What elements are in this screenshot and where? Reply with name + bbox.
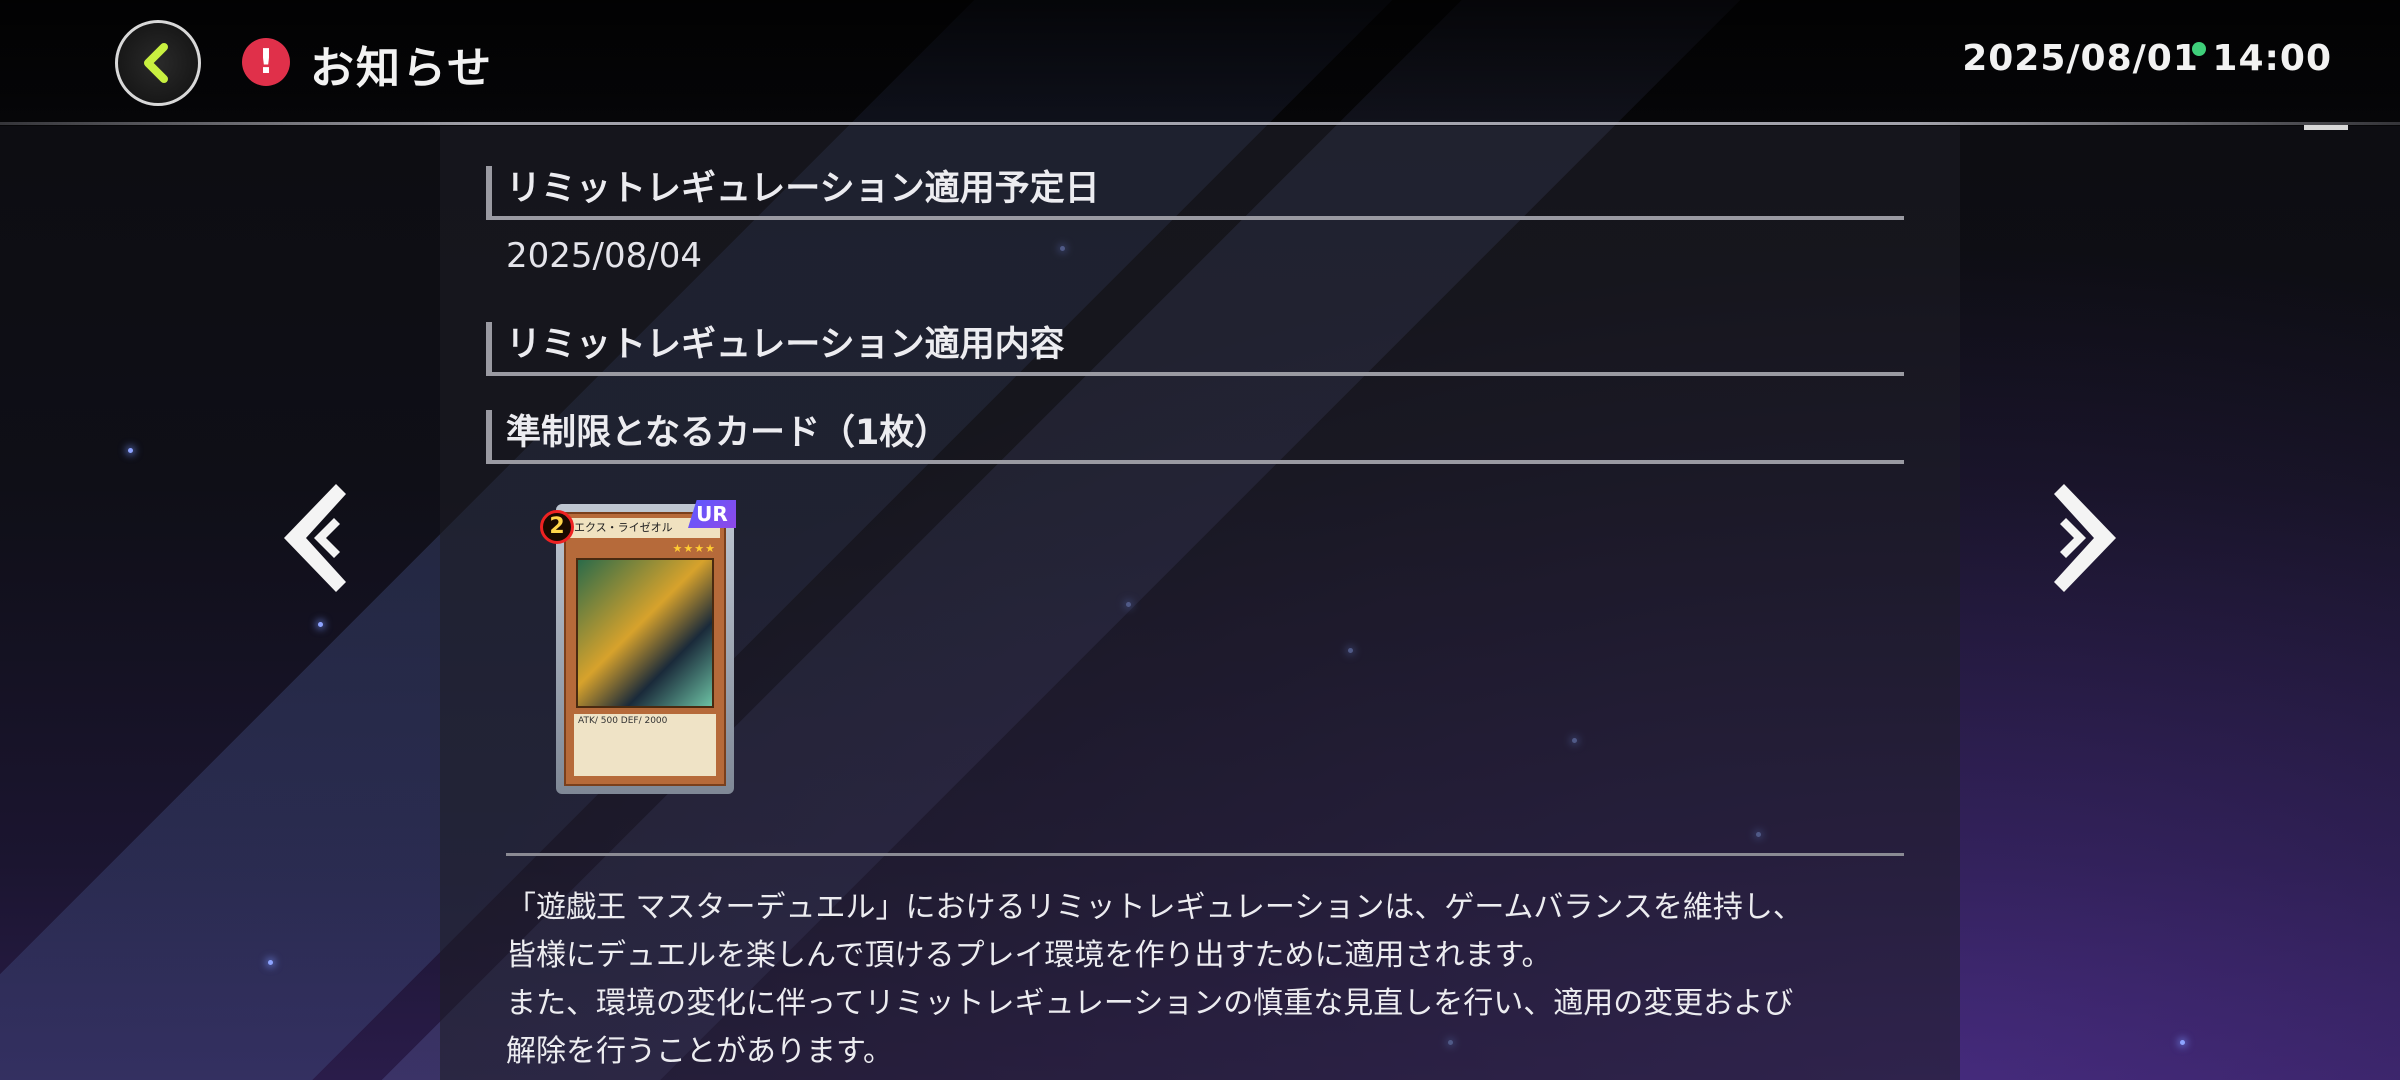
next-page-button[interactable]	[2048, 478, 2128, 598]
sparkle	[128, 448, 133, 453]
body-line: 解除を行うことがあります。	[506, 1034, 893, 1069]
card-level-stars: ★★★★	[672, 542, 716, 555]
sparkle	[318, 622, 323, 627]
exclamation-icon: !	[242, 38, 290, 86]
double-chevron-right-icon	[2054, 484, 2116, 592]
corner-tick	[2304, 125, 2348, 130]
content-divider	[506, 853, 1904, 856]
sparkle	[268, 960, 273, 965]
section-heading-content: リミットレギュレーション適用内容	[486, 322, 1904, 376]
body-line: また、環境の変化に伴ってリミットレギュレーションの慎重な見直しを行い、適用の変更…	[506, 986, 1794, 1021]
notice-body: 「遊戯王 マスターデュエル」におけるリミットレギュレーションは、ゲームバランスを…	[506, 884, 1926, 1076]
body-line: 皆様にデュエルを楽しんで頂けるプレイ環境を作り出すために適用されます。	[506, 938, 1552, 973]
apply-date: 2025/08/04	[506, 236, 702, 276]
chevron-left-icon	[144, 43, 168, 83]
section-heading-apply-date: リミットレギュレーション適用予定日	[486, 166, 1904, 220]
card-stats: ATK/ 500 DEF/ 2000	[574, 714, 716, 776]
sparkle	[2180, 1040, 2185, 1045]
double-chevron-left-icon	[284, 484, 346, 592]
card-thumbnail[interactable]: エクス・ライゼオル ★★★★ ATK/ 500 DEF/ 2000	[556, 504, 734, 794]
section-heading-semi-limited: 準制限となるカード（1枚）	[486, 410, 1904, 464]
card-artwork	[576, 558, 714, 708]
body-line: 「遊戯王 マスターデュエル」におけるリミットレギュレーションは、ゲームバランスを…	[506, 890, 1803, 925]
back-button[interactable]	[115, 20, 201, 106]
card-frame: エクス・ライゼオル ★★★★ ATK/ 500 DEF/ 2000	[564, 512, 726, 786]
page-title: お知らせ	[310, 43, 494, 94]
previous-page-button[interactable]	[272, 478, 352, 598]
clock: 2025/08/01 14:00	[1962, 38, 2332, 79]
card-count-badge: 2	[540, 510, 574, 544]
header-divider	[0, 122, 2400, 125]
